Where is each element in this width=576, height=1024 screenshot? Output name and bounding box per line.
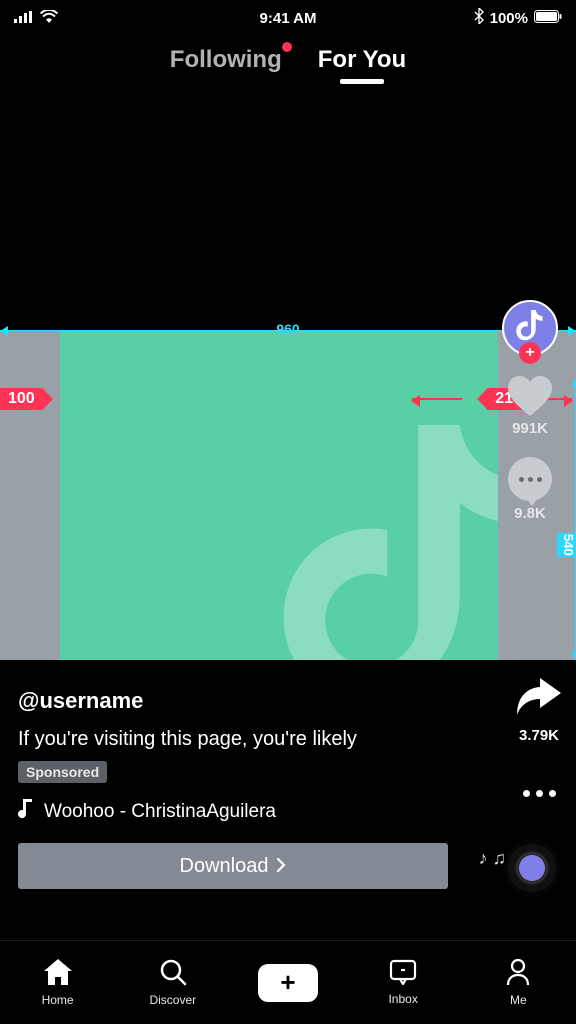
nav-discover[interactable]: Discover <box>133 958 213 1007</box>
status-time: 9:41 AM <box>260 10 317 27</box>
tiktok-watermark-icon <box>278 425 498 660</box>
status-bar: 9:41 AM 100% <box>0 0 576 36</box>
plus-icon: + <box>280 967 295 998</box>
width-dimension-line: 960 <box>0 330 576 331</box>
tab-following[interactable]: Following <box>170 46 282 74</box>
post-caption: If you're visiting this page, you're lik… <box>18 728 486 751</box>
music-note-icon <box>18 799 34 825</box>
author-username[interactable]: @username <box>18 688 486 714</box>
sound-row[interactable]: Woohoo - ChristinaAguilera <box>18 799 486 825</box>
battery-icon <box>534 10 562 27</box>
notification-dot-icon <box>282 42 292 52</box>
signal-icon <box>14 10 34 27</box>
more-menu-button[interactable] <box>523 790 556 797</box>
tab-for-you-label: For You <box>318 46 406 73</box>
nav-me[interactable]: Me <box>478 958 558 1007</box>
feed-tabs: Following For You <box>0 46 576 74</box>
author-avatar[interactable]: + <box>502 300 558 356</box>
tiktok-logo-icon <box>516 310 544 347</box>
sound-disc[interactable] <box>504 840 566 902</box>
video-safe-area[interactable]: 960 540 100 210 <box>0 330 576 660</box>
sound-title: Woohoo - ChristinaAguilera <box>44 801 276 823</box>
comment-icon <box>508 457 552 501</box>
battery-percent: 100% <box>490 10 528 27</box>
profile-icon <box>506 958 530 989</box>
vinyl-disc-icon <box>504 840 560 896</box>
right-margin-arrow-left <box>412 398 462 400</box>
tab-following-label: Following <box>170 46 282 73</box>
sponsored-badge: Sponsored <box>18 761 107 783</box>
comment-button[interactable]: 9.8K <box>508 457 552 522</box>
nav-inbox[interactable]: Inbox <box>363 959 443 1006</box>
video-content-region <box>60 330 498 660</box>
inbox-icon <box>389 959 417 988</box>
nav-inbox-label: Inbox <box>388 992 417 1006</box>
post-meta: @username If you're visiting this page, … <box>18 688 486 889</box>
engagement-rail: + 991K 9.8K <box>498 300 562 522</box>
height-dimension-label: 540 <box>557 533 576 557</box>
nav-home-label: Home <box>42 993 74 1007</box>
nav-home[interactable]: Home <box>18 958 98 1007</box>
nav-me-label: Me <box>510 993 527 1007</box>
create-button: + <box>258 964 318 1002</box>
cta-download-button[interactable]: Download <box>18 843 448 889</box>
share-button[interactable]: 3.79K <box>516 676 562 744</box>
share-count: 3.79K <box>519 727 559 744</box>
nav-create[interactable]: + <box>248 964 328 1002</box>
cta-label: Download <box>180 855 269 878</box>
bluetooth-icon <box>474 8 484 28</box>
left-margin-tag: 100 <box>0 388 45 410</box>
nav-discover-label: Discover <box>149 993 196 1007</box>
like-count: 991K <box>512 420 548 437</box>
comment-count: 9.8K <box>514 505 546 522</box>
home-icon <box>43 958 73 989</box>
share-icon <box>516 676 562 721</box>
bottom-nav: Home Discover + Inbox Me <box>0 940 576 1024</box>
like-button[interactable]: 991K <box>508 376 552 437</box>
follow-plus-icon[interactable]: + <box>519 342 541 364</box>
search-icon <box>159 958 187 989</box>
width-dimension-label: 960 <box>276 321 299 337</box>
chevron-right-icon <box>276 855 286 878</box>
heart-icon <box>508 376 552 416</box>
wifi-icon <box>40 10 58 27</box>
tab-for-you[interactable]: For You <box>318 46 406 74</box>
